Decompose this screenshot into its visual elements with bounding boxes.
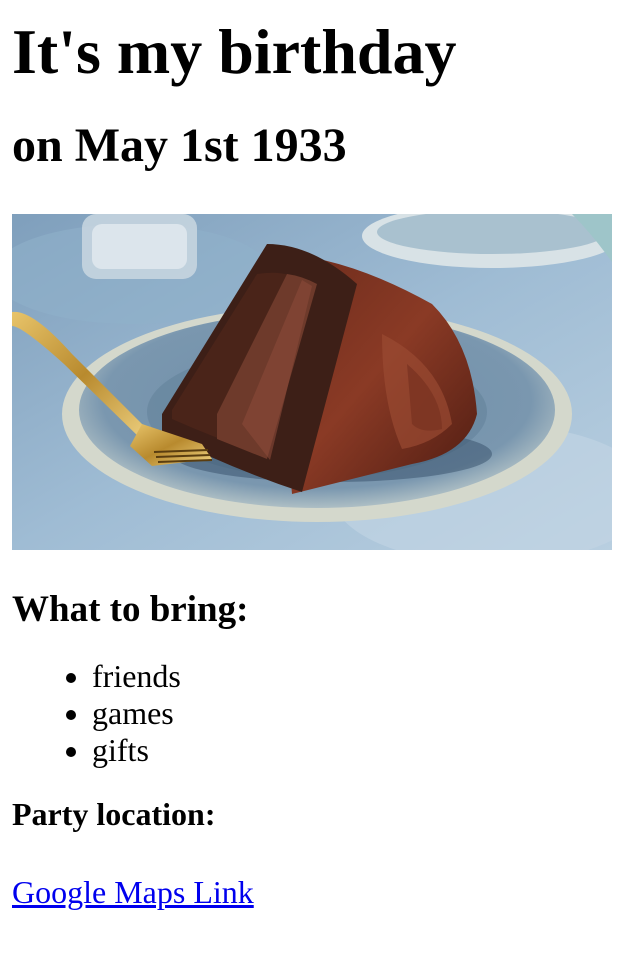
party-date: on May 1st 1933 <box>12 119 347 172</box>
bring-section-title: What to bring: <box>12 589 249 630</box>
list-item: gifts <box>92 732 608 769</box>
page-title: It's my birthday <box>12 16 457 87</box>
bring-list: friends games gifts <box>12 658 608 769</box>
location-section-title: Party location: <box>12 796 216 832</box>
google-maps-link[interactable]: Google Maps Link <box>12 872 254 912</box>
list-item: friends <box>92 658 608 695</box>
cake-image <box>12 214 612 550</box>
list-item: games <box>92 695 608 732</box>
cake-illustration <box>12 214 612 550</box>
page-content: It's my birthday on May 1st 1933 What to… <box>0 14 620 912</box>
